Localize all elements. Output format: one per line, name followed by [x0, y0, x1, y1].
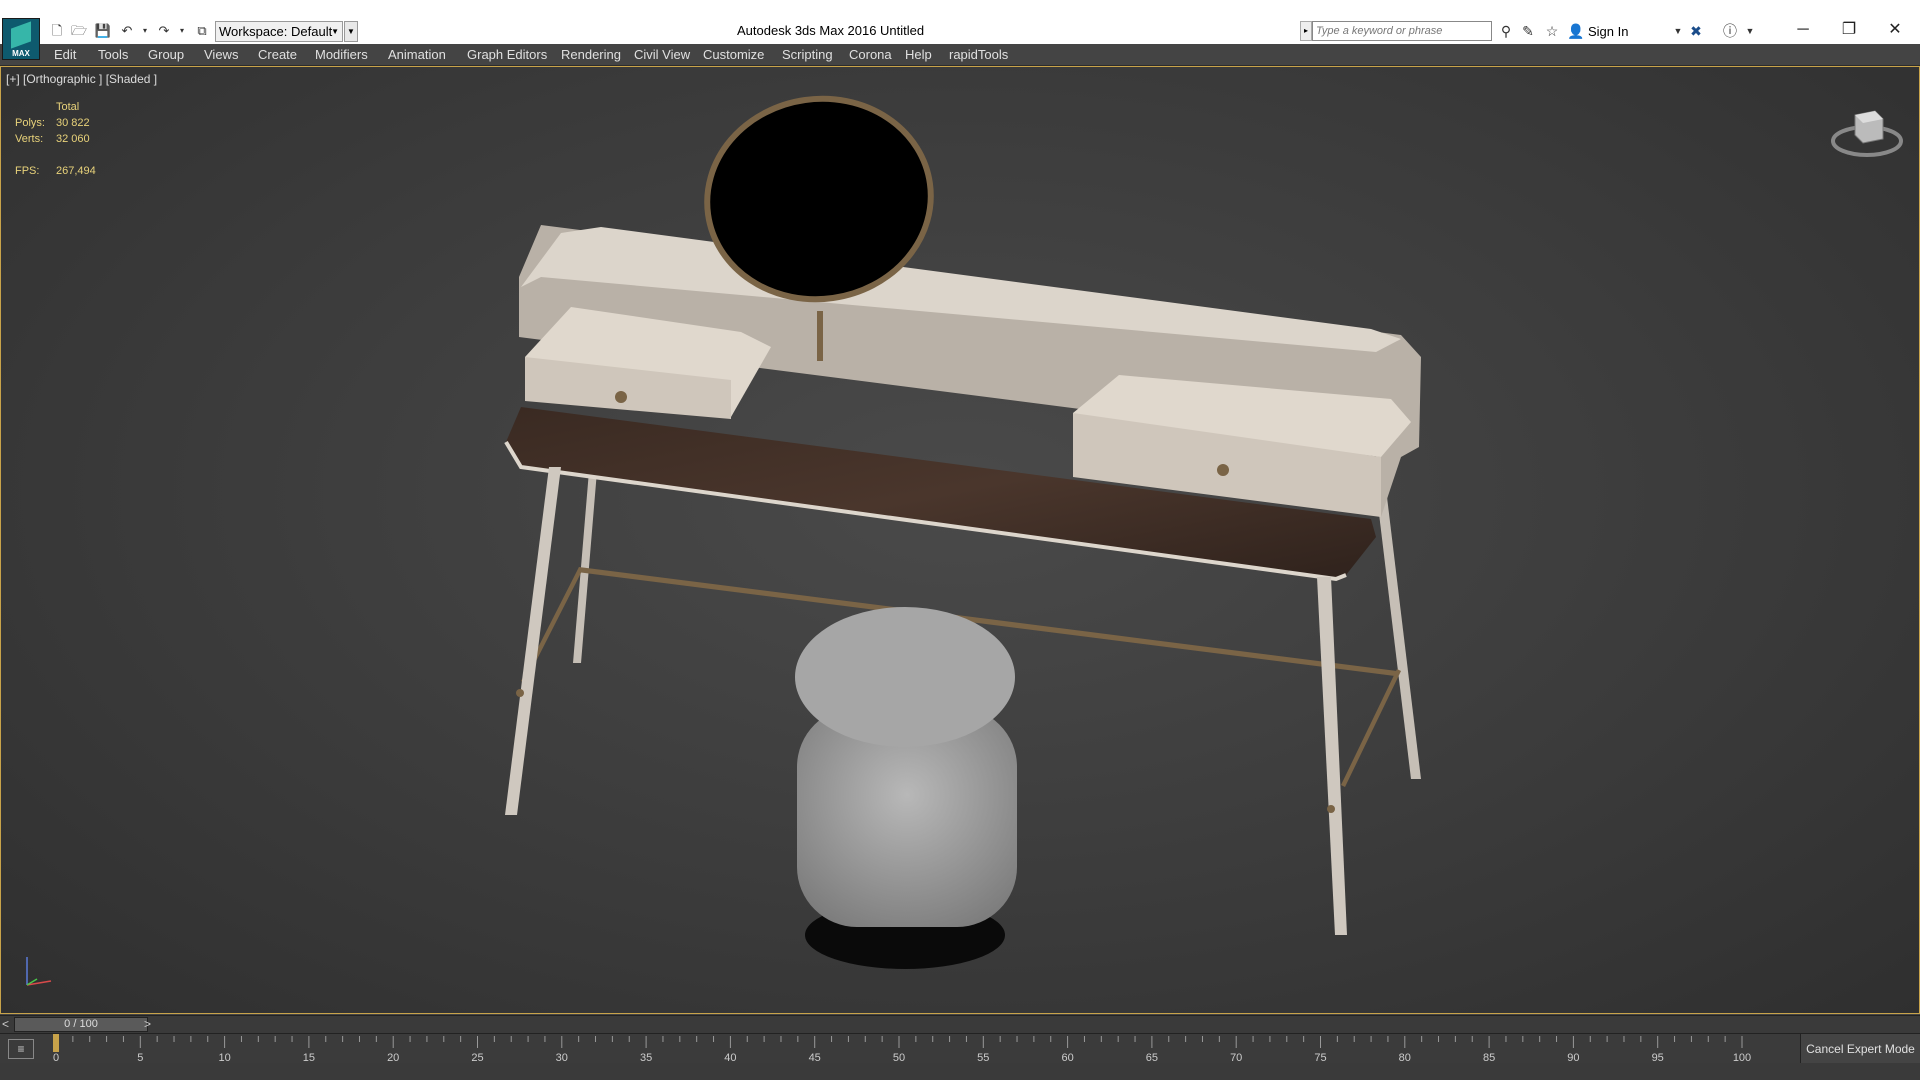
help-dropdown-icon[interactable]: ▼: [1740, 22, 1760, 40]
status-strip: [0, 1063, 1920, 1080]
logo-text: MAX: [12, 49, 30, 58]
chevron-down-icon: ▼: [331, 27, 339, 36]
minimize-icon[interactable]: ─: [1780, 17, 1826, 43]
save-icon[interactable]: 💾: [94, 23, 112, 39]
menu-edit[interactable]: Edit: [54, 47, 76, 62]
menu-bar: Edit Tools Group Views Create Modifiers …: [0, 44, 1920, 66]
workspace-label: Workspace: Default: [219, 24, 333, 39]
close-icon[interactable]: ✕: [1872, 17, 1918, 43]
restore-icon[interactable]: ❐: [1826, 17, 1872, 43]
current-frame-marker[interactable]: [53, 1034, 59, 1052]
sign-in-button[interactable]: Sign In: [1588, 24, 1628, 39]
menu-graph-editors[interactable]: Graph Editors: [467, 47, 547, 62]
menu-corona[interactable]: Corona: [849, 47, 892, 62]
cancel-expert-mode-button[interactable]: Cancel Expert Mode: [1800, 1034, 1920, 1064]
workspace-dropdown[interactable]: Workspace: Default ▼: [215, 21, 343, 42]
project-folder-icon[interactable]: ⧉: [193, 23, 211, 39]
viewport-orthographic[interactable]: [+] [Orthographic ] [Shaded ] Total Poly…: [0, 66, 1920, 1014]
menu-scripting[interactable]: Scripting: [782, 47, 833, 62]
search-input[interactable]: Type a keyword or phrase: [1312, 21, 1492, 41]
menu-rendering[interactable]: Rendering: [561, 47, 621, 62]
app-menu-button[interactable]: MAX: [2, 18, 40, 60]
menu-rapidtools[interactable]: rapidTools: [949, 47, 1008, 62]
max-logo-icon: [11, 21, 31, 49]
redo-dropdown-icon[interactable]: ▾: [173, 23, 191, 39]
help-icon[interactable]: ⓘ: [1720, 22, 1740, 40]
binoculars-icon[interactable]: ⚲: [1496, 22, 1516, 40]
menu-help[interactable]: Help: [905, 47, 932, 62]
new-file-icon[interactable]: 🗋: [48, 23, 66, 39]
exchange-icon[interactable]: ✖: [1686, 22, 1706, 40]
previous-frame-button[interactable]: <: [2, 1017, 9, 1031]
user-icon[interactable]: 👤: [1566, 22, 1586, 40]
customize-quick-access-icon[interactable]: ▼: [344, 21, 358, 42]
track-bar[interactable]: ≡ 0 5 10 15 20 25 30 35 40 45 50 55 60 65 70 75 80 85 90 95…: [0, 1033, 1920, 1064]
undo-icon[interactable]: ↶: [118, 23, 136, 39]
curve-editor-icon[interactable]: ≡: [8, 1039, 34, 1059]
open-file-icon[interactable]: 🗁: [70, 23, 88, 39]
sign-in-dropdown-icon[interactable]: ▼: [1668, 22, 1688, 40]
menu-create[interactable]: Create: [258, 47, 297, 62]
time-slider-bar: < 0 / 100 >: [0, 1015, 1920, 1033]
track-ticks: 0 5 10 15 20 25 30 35 40 45 50 55 60 65 70 75 80 85 90 95 10…: [53, 1034, 1751, 1064]
subscription-icon[interactable]: ✎: [1518, 22, 1538, 40]
star-icon[interactable]: ☆: [1542, 22, 1562, 40]
title-bar: MAX 🗋 🗁 💾 ↶ ▾ ↷ ▾ ⧉ Workspace: Default ▼…: [0, 0, 1920, 60]
document-title: Untitled: [880, 23, 925, 38]
redo-icon[interactable]: ↷: [155, 23, 173, 39]
viewcube-icon[interactable]: [1827, 97, 1907, 167]
search-expand-icon[interactable]: ▸: [1300, 21, 1312, 41]
menu-views[interactable]: Views: [204, 47, 238, 62]
time-slider[interactable]: 0 / 100: [14, 1017, 148, 1032]
menu-modifiers[interactable]: Modifiers: [315, 47, 368, 62]
upholstered-pouf[interactable]: [795, 607, 1017, 969]
axis-tripod-icon: [26, 957, 52, 986]
next-frame-button[interactable]: >: [144, 1017, 151, 1031]
undo-dropdown-icon[interactable]: ▾: [136, 23, 154, 39]
menu-tools[interactable]: Tools: [98, 47, 128, 62]
menu-animation[interactable]: Animation: [388, 47, 446, 62]
menu-civil-view[interactable]: Civil View: [634, 47, 690, 62]
scene-render[interactable]: [1, 67, 1919, 1013]
menu-group[interactable]: Group: [148, 47, 184, 62]
menu-customize[interactable]: Customize: [703, 47, 764, 62]
app-title: Autodesk 3ds Max 2016: [737, 23, 877, 38]
